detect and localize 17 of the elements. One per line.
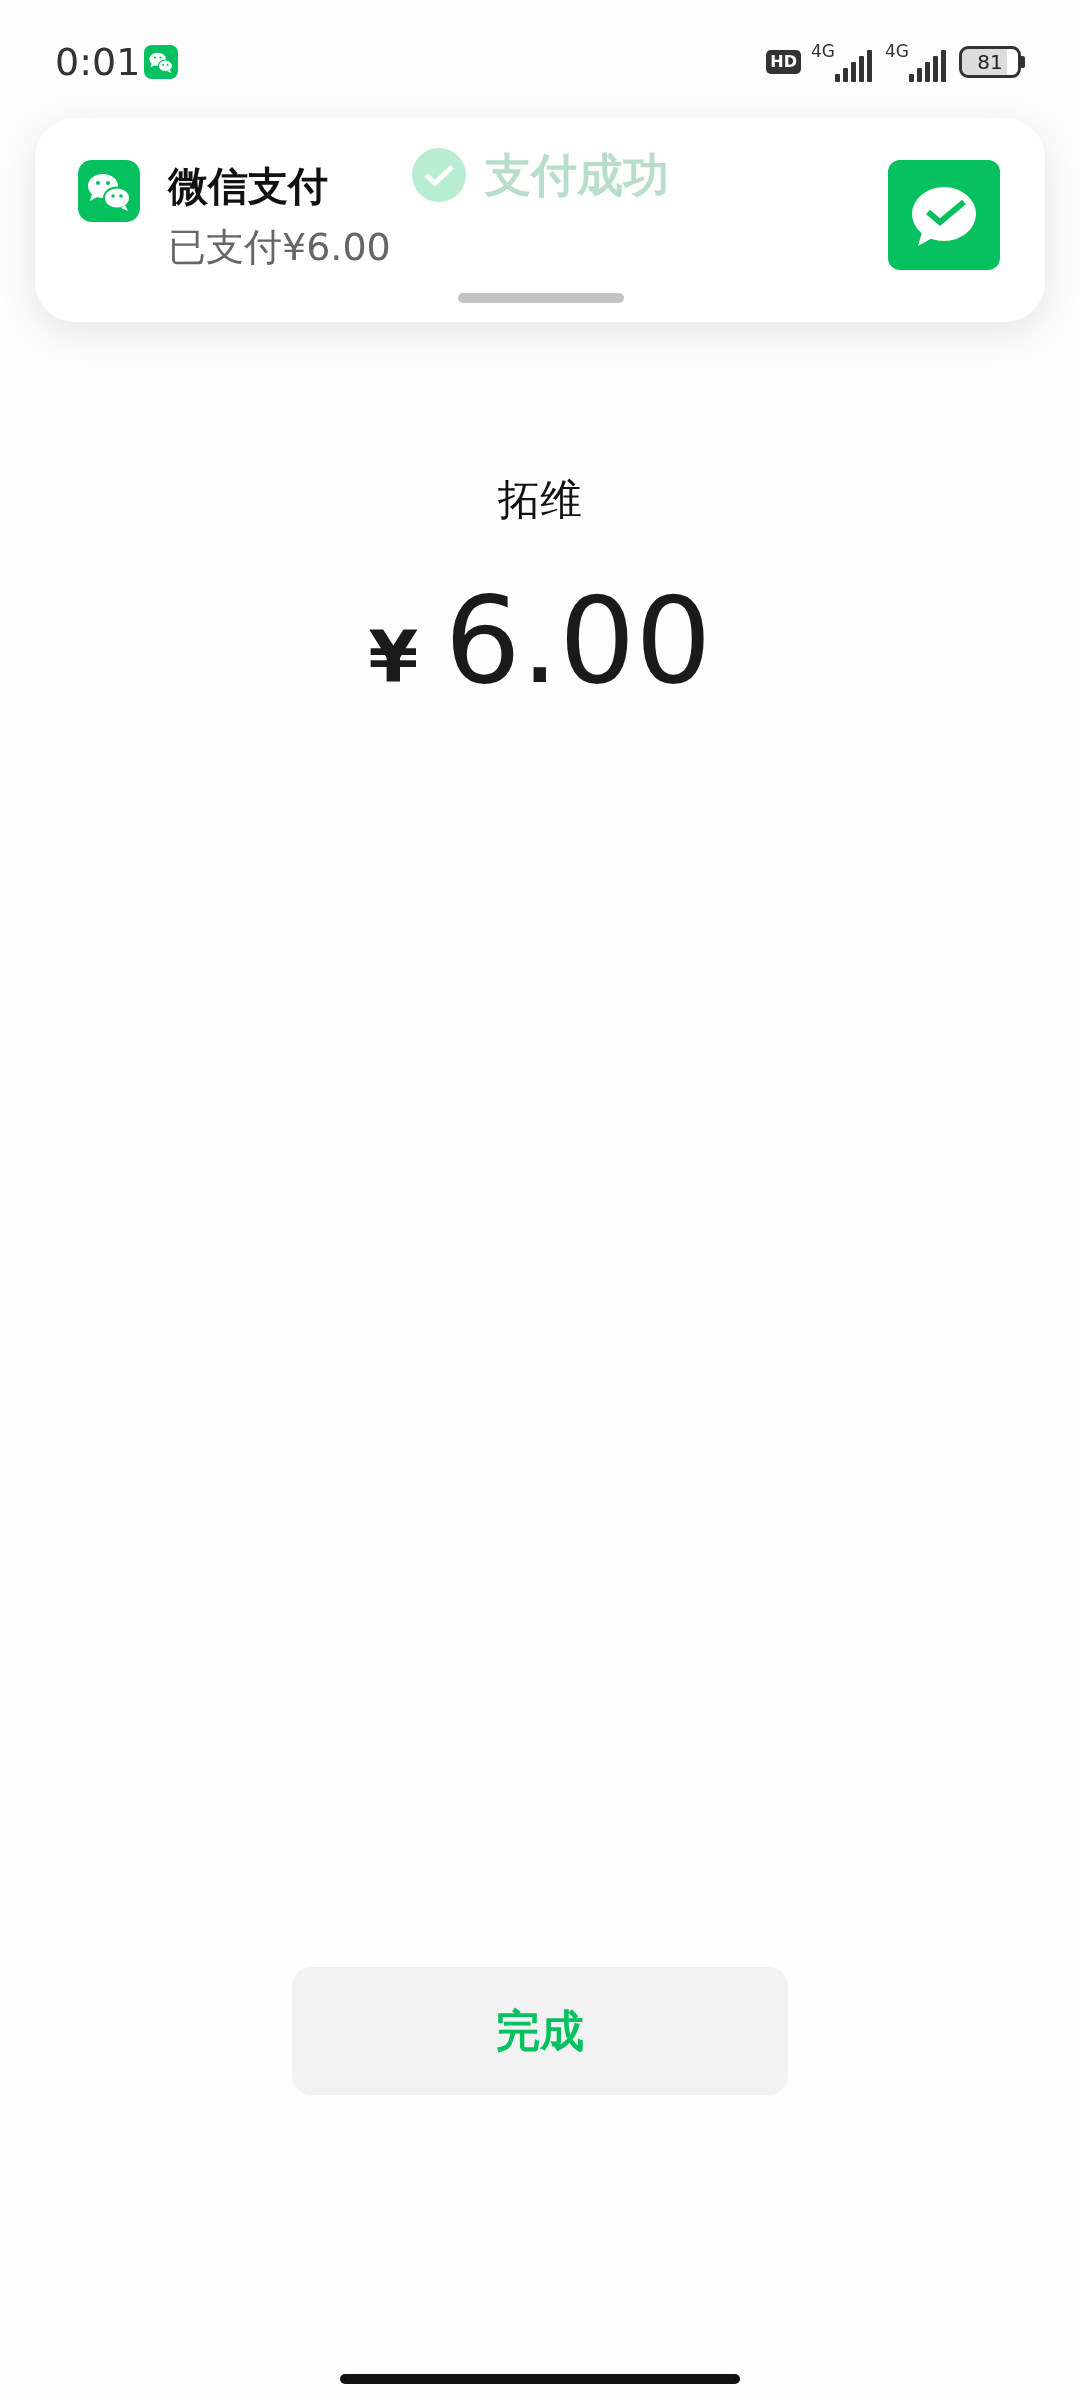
amount: 6.00 [444, 570, 712, 712]
network-label: 4G [885, 42, 909, 60]
chat-app-icon [144, 45, 179, 79]
merchant-name: 拓维 [497, 474, 583, 526]
hd-badge: HD [766, 50, 801, 74]
network-label: 4G [811, 42, 835, 60]
battery-tip-icon [1021, 56, 1025, 68]
chat-app-icon [78, 160, 140, 222]
currency-sign: ¥ [368, 614, 419, 701]
drag-handle[interactable] [458, 293, 624, 303]
status-time: 0:01 [55, 40, 141, 84]
home-indicator[interactable] [340, 2374, 740, 2384]
notification-message: 已支付¥6.00 [168, 224, 391, 271]
page-title: 支付成功 [485, 146, 669, 204]
battery-level: 81 [959, 46, 1021, 78]
notification-app: 微信支付 [168, 162, 328, 211]
check-bubble-icon [888, 160, 1000, 270]
